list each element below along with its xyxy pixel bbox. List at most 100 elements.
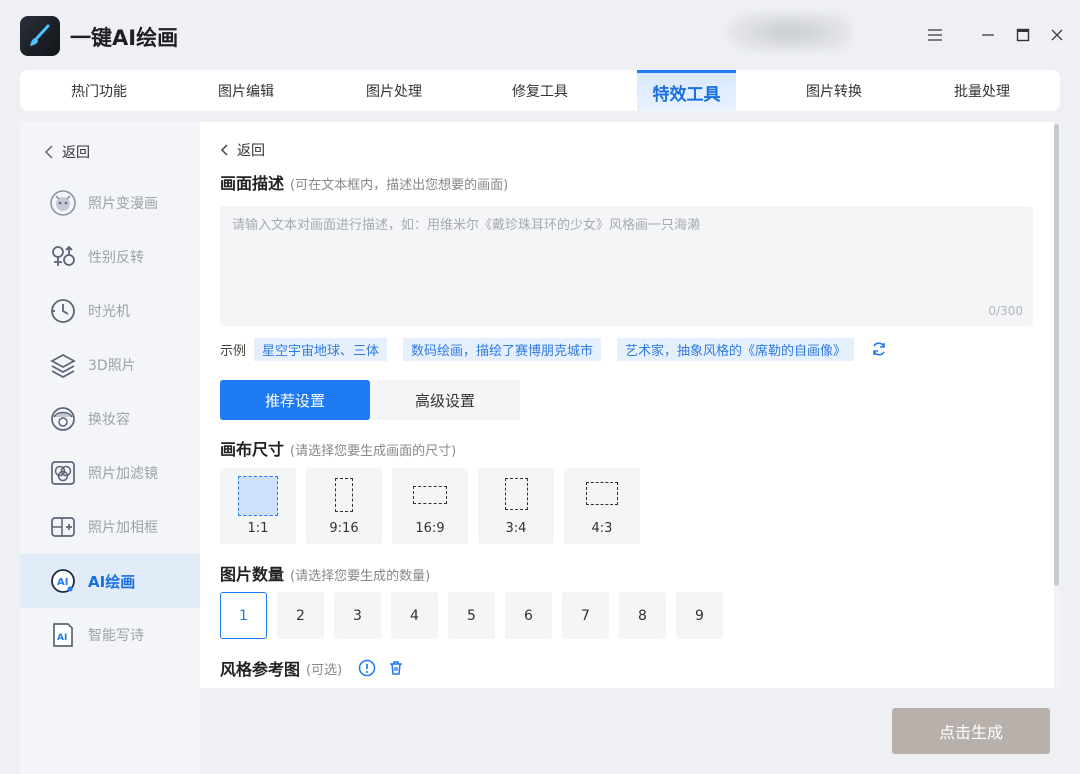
refresh-icon[interactable] (870, 340, 888, 358)
count-option[interactable]: 8 (619, 592, 666, 639)
tab-recommended-settings[interactable]: 推荐设置 (220, 380, 370, 420)
tab-advanced-settings[interactable]: 高级设置 (370, 380, 520, 420)
close-icon[interactable] (1046, 24, 1068, 46)
sidebar-item-ai-paint[interactable]: AI AI绘画 (20, 554, 200, 608)
clock-icon (48, 296, 78, 326)
image-count-hint: (请选择您要生成的数量) (290, 569, 431, 584)
example-chip[interactable]: 数码绘画，描绘了赛博朋克城市 (403, 337, 602, 361)
count-option[interactable]: 5 (448, 592, 495, 639)
filter-icon (48, 458, 78, 488)
size-label: 3:4 (505, 521, 527, 536)
size-option-9-16[interactable]: 9:16 (306, 468, 382, 544)
sidebar-item-time-machine[interactable]: 时光机 (20, 284, 200, 338)
chevron-left-icon (220, 144, 228, 156)
size-label: 1:1 (247, 521, 269, 536)
tab-image-process[interactable]: 图片处理 (320, 70, 468, 111)
chevron-left-icon (44, 145, 53, 159)
frame-icon (48, 512, 78, 542)
count-option[interactable]: 9 (676, 592, 723, 639)
maximize-icon[interactable] (1012, 24, 1034, 46)
count-option[interactable]: 7 (562, 592, 609, 639)
size-label: 16:9 (415, 521, 445, 536)
count-option[interactable]: 1 (220, 592, 267, 639)
user-avatar[interactable] (728, 12, 852, 52)
main-back-button[interactable]: 返回 (220, 140, 265, 160)
sidebar-item-label: 换妆容 (88, 412, 130, 428)
example-chip[interactable]: 艺术家，抽象风格的《席勒的自画像》 (617, 337, 855, 361)
minimize-icon[interactable] (977, 24, 999, 46)
makeup-icon (48, 404, 78, 434)
tab-hot-features[interactable]: 热门功能 (20, 70, 178, 111)
layers-icon (48, 350, 78, 380)
sidebar-item-filter[interactable]: 照片加滤镜 (20, 446, 200, 500)
description-hint: (可在文本框内，描述出您想要的画面) (290, 178, 509, 193)
canvas-size-title-text: 画布尺寸 (220, 440, 285, 459)
sidebar-back-label: 返回 (62, 145, 90, 161)
menu-icon[interactable] (924, 24, 946, 46)
description-input[interactable]: 请输入文本对画面进行描述，如：用维米尔《戴珍珠耳环的少女》风格画一只海濑 0/3… (220, 206, 1033, 326)
trash-icon[interactable] (388, 660, 404, 676)
sidebar-item-frame[interactable]: 照片加相框 (20, 500, 200, 554)
sidebar-item-label: 性别反转 (88, 250, 144, 266)
count-option[interactable]: 6 (505, 592, 552, 639)
ratio-shape (505, 478, 528, 510)
style-reference-title-text: 风格参考图 (220, 660, 301, 679)
count-option[interactable]: 3 (334, 592, 381, 639)
sidebar-item-makeup[interactable]: 换妆容 (20, 392, 200, 446)
count-option[interactable]: 2 (277, 592, 324, 639)
generate-button[interactable]: 点击生成 (892, 708, 1050, 754)
description-title: 画面描述 (可在文本框内，描述出您想要的画面) (220, 170, 508, 194)
size-label: 9:16 (329, 521, 359, 536)
ratio-shape (335, 478, 353, 512)
image-count-title-text: 图片数量 (220, 565, 285, 584)
main-panel: 返回 画面描述 (可在文本框内，描述出您想要的画面) 请输入文本对画面进行描述，如… (200, 122, 1060, 688)
cartoon-face-icon (48, 188, 78, 218)
size-label: 4:3 (591, 521, 613, 536)
count-option[interactable]: 4 (391, 592, 438, 639)
sidebar-item-label: 智能写诗 (88, 628, 144, 644)
size-option-1-1[interactable]: 1:1 (220, 468, 296, 544)
size-option-4-3[interactable]: 4:3 (564, 468, 640, 544)
sidebar-item-label: 时光机 (88, 304, 130, 320)
ratio-shape (586, 482, 618, 505)
examples-label: 示例 (220, 343, 247, 359)
ai-paint-icon: AI (48, 566, 78, 596)
title-bar: 一键AI绘画 (0, 0, 1080, 70)
gender-icon (48, 242, 78, 272)
sidebar: 返回 照片变漫画 性别反转 时光机 3D照片 换妆容 照片加滤镜 照片加相框 A… (20, 122, 200, 774)
ai-poem-icon: AI (48, 620, 78, 650)
ratio-shape (413, 486, 447, 504)
tab-image-convert[interactable]: 图片转换 (760, 70, 908, 111)
main-back-label: 返回 (237, 143, 265, 159)
tab-repair-tools[interactable]: 修复工具 (466, 70, 614, 111)
style-reference-title: 风格参考图 (可选) (220, 656, 404, 680)
sidebar-item-3d-photo[interactable]: 3D照片 (20, 338, 200, 392)
examples-row: 示例 星空宇宙地球、三体 数码绘画，描绘了赛博朋克城市 艺术家，抽象风格的《席勒… (220, 337, 888, 361)
size-option-16-9[interactable]: 16:9 (392, 468, 468, 544)
main-tab-bar: 热门功能 图片编辑 图片处理 修复工具 特效工具 图片转换 批量处理 (20, 70, 1060, 111)
app-logo-icon (20, 16, 60, 56)
tab-batch[interactable]: 批量处理 (908, 70, 1056, 111)
tab-effects[interactable]: 特效工具 (637, 70, 736, 111)
canvas-size-title: 画布尺寸 (请选择您要生成画面的尺寸) (220, 436, 456, 460)
image-count-title: 图片数量 (请选择您要生成的数量) (220, 561, 430, 585)
svg-text:AI: AI (57, 577, 68, 588)
char-counter: 0/300 (988, 304, 1023, 318)
scrollbar-thumb[interactable] (1054, 124, 1059, 586)
description-placeholder: 请输入文本对画面进行描述，如：用维米尔《戴珍珠耳环的少女》风格画一只海濑 (232, 218, 701, 233)
sidebar-item-label: 照片加滤镜 (88, 466, 158, 482)
sidebar-item-ai-poem[interactable]: AI 智能写诗 (20, 608, 200, 662)
sidebar-item-gender[interactable]: 性别反转 (20, 230, 200, 284)
example-chip[interactable]: 星空宇宙地球、三体 (254, 337, 388, 361)
settings-tabs: 推荐设置 高级设置 (220, 380, 520, 420)
info-icon[interactable] (358, 659, 376, 677)
sidebar-item-label: 3D照片 (88, 358, 136, 374)
canvas-size-hint: (请选择您要生成画面的尺寸) (290, 444, 457, 459)
app-title: 一键AI绘画 (70, 26, 179, 50)
tab-image-edit[interactable]: 图片编辑 (172, 70, 320, 111)
sidebar-back-button[interactable]: 返回 (44, 142, 90, 162)
size-option-3-4[interactable]: 3:4 (478, 468, 554, 544)
sidebar-item-cartoon[interactable]: 照片变漫画 (20, 176, 200, 230)
sidebar-item-label: 照片变漫画 (88, 196, 158, 212)
sidebar-item-label: 照片加相框 (88, 520, 158, 536)
